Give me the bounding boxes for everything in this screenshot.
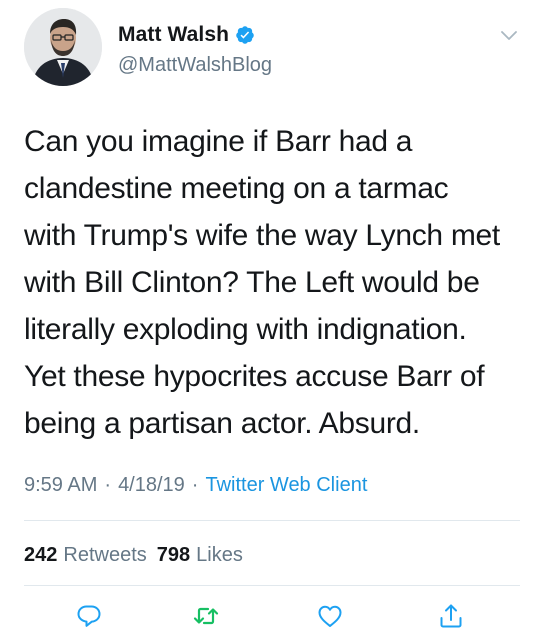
tweet-text-line: literally exploding with indignation. [24,313,467,346]
tweet-text-line: with Trump's wife the way Lynch met [24,219,500,252]
tweet-header: Matt Walsh @MattWalshBlog [24,8,520,88]
tweet-text-line: with Bill Clinton? The Left would be [24,266,480,299]
heart-icon[interactable] [315,601,345,631]
tweet-text-line: clandestine meeting on a tarmac [24,172,449,205]
author-handle[interactable]: @MattWalshBlog [118,54,272,77]
tweet-time[interactable]: 9:59 AM [24,474,97,497]
divider [24,585,520,586]
meta-separator: · [191,473,199,496]
tweet-stats: 242 Retweets 798 Likes [24,541,243,569]
tweet-date[interactable]: 4/18/19 [118,474,185,497]
retweets-count: 242 [24,543,58,566]
retweet-icon[interactable] [191,601,221,631]
likes-stat[interactable]: 798 Likes [157,544,243,567]
tweet-actions [0,595,540,641]
avatar-image [24,8,102,86]
tweet-text-line: Yet these hypocrites accuse Barr of [24,360,485,393]
tweet-client-link[interactable]: Twitter Web Client [205,474,367,497]
share-icon[interactable] [436,601,466,631]
avatar[interactable] [24,8,102,86]
tweet-metadata: 9:59 AM · 4/18/19 · Twitter Web Client [24,472,367,498]
verified-badge-icon [235,25,255,45]
tweet-card: Matt Walsh @MattWalshBlog Can you imagin… [0,0,540,641]
likes-label: Likes [196,543,243,566]
retweets-stat[interactable]: 242 Retweets [24,544,147,567]
retweets-label: Retweets [63,543,147,566]
author-display-name[interactable]: Matt Walsh [118,23,229,47]
reply-icon[interactable] [74,601,104,631]
tweet-text-line: Can you imagine if Barr had a [24,125,413,158]
author-name-row[interactable]: Matt Walsh [118,21,255,49]
likes-count: 798 [156,543,191,566]
chevron-down-icon[interactable] [498,24,520,46]
divider [24,520,520,521]
tweet-text: Can you imagine if Barr had a clandestin… [24,118,524,447]
tweet-text-line: being a partisan actor. Absurd. [24,407,420,440]
meta-separator: · [104,473,112,496]
